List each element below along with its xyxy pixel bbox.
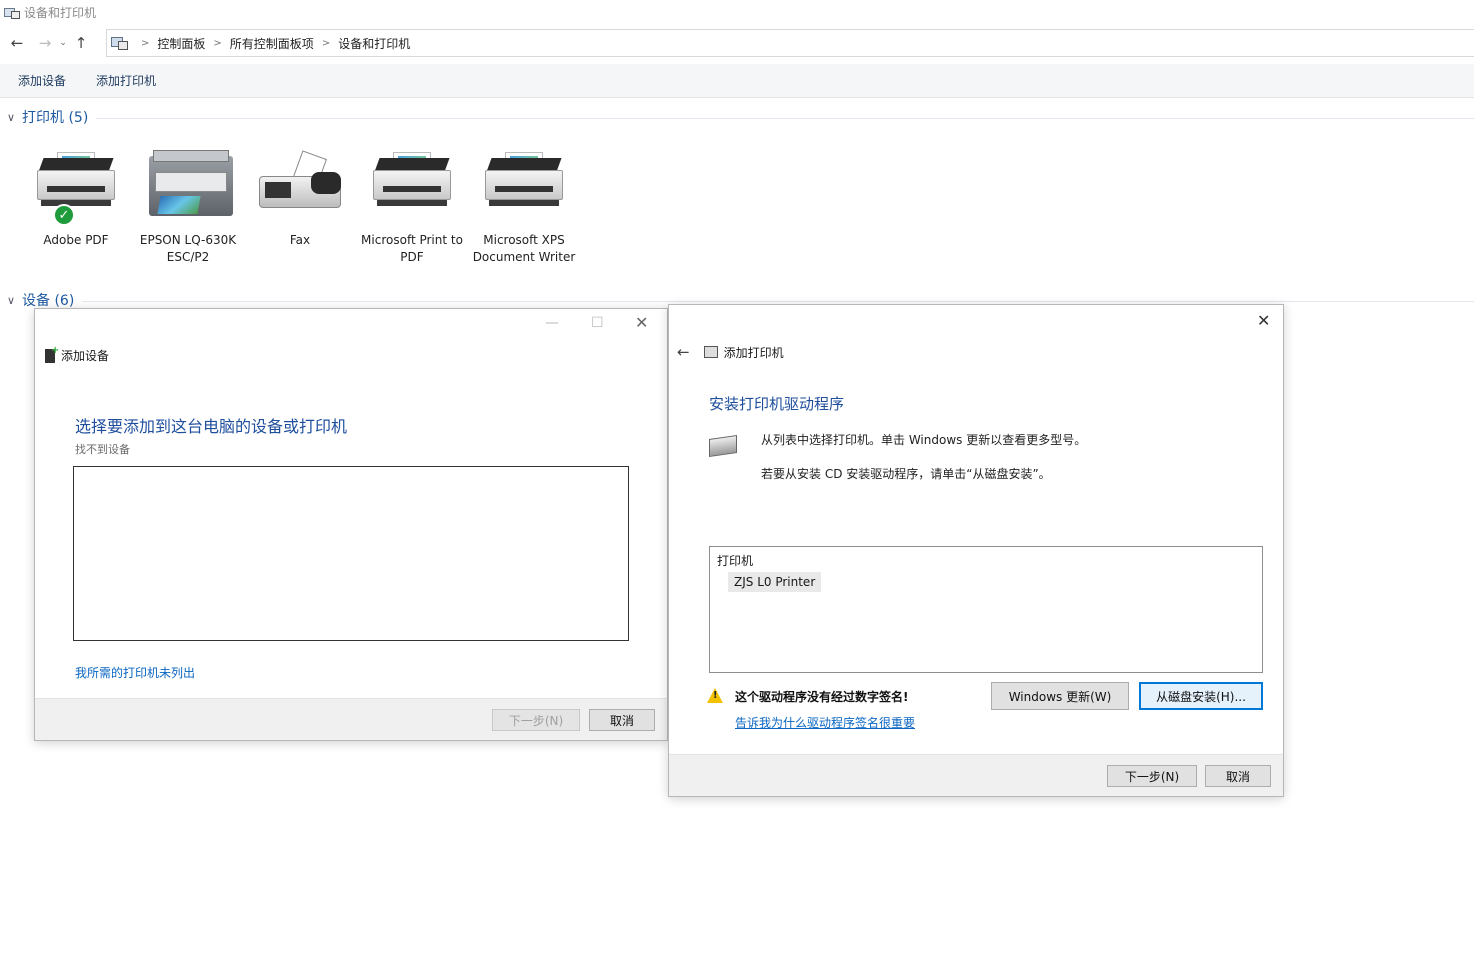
dialog-title: + 添加设备 [45,345,110,364]
fax-icon [255,146,345,226]
printers-group-title: 打印机 (5) [22,110,89,126]
printer-tile[interactable]: ✓ Adobe PDF [20,146,132,266]
back-arrow-icon[interactable]: ← [6,32,28,54]
printer-icon: ✓ [31,146,121,226]
minimize-icon[interactable]: — [545,315,559,331]
printer-label: Adobe PDF [43,233,109,247]
list-item[interactable]: ZJS L0 Printer [728,572,822,592]
printer-tile[interactable]: Fax [244,146,356,266]
add-printer-button[interactable]: 添加打印机 [96,72,156,89]
instruction-text: 若要从安装 CD 安装驱动程序，请单击“从磁盘安装”。 [761,467,1051,481]
breadcrumb-separator-icon[interactable]: > [322,38,330,49]
cancel-button[interactable]: 取消 [1205,765,1271,787]
group-divider [96,117,1474,119]
group-divider [82,300,1474,302]
close-icon[interactable]: ✕ [635,313,648,332]
dialog-title-text: 添加设备 [61,349,110,363]
dialog-footer: 下一步(N) 取消 [35,698,667,740]
forward-arrow-icon[interactable]: → [34,32,56,54]
printer-model-list[interactable]: 打印机 ZJS L0 Printer [709,546,1263,673]
collapse-chevron-icon[interactable]: ∨ [0,294,22,307]
printer-label: Fax [289,233,311,247]
windows-update-button[interactable]: Windows 更新(W) [991,682,1129,710]
command-bar: 添加设备 添加打印机 [0,64,1474,98]
close-icon[interactable]: ✕ [1257,311,1270,330]
breadcrumb-all-items[interactable]: 所有控制面板项 [230,35,314,52]
printer-driver-icon [709,435,737,457]
search-status: 找不到设备 [75,443,130,456]
address-bar[interactable]: > 控制面板 > 所有控制面板项 > 设备和打印机 [106,29,1474,57]
add-device-icon: + [45,345,59,363]
device-list[interactable] [73,466,629,641]
next-button[interactable]: 下一步(N) [1107,765,1197,787]
printer-tile[interactable]: EPSON LQ-630K ESC/P2 [132,146,244,266]
printer-icon [367,146,457,226]
dialog-heading: 安装打印机驱动程序 [709,395,845,413]
dialog-header: ← 添加打印机 [677,343,784,361]
breadcrumb-separator-icon[interactable]: > [141,38,149,49]
add-device-dialog: — ☐ ✕ + 添加设备 选择要添加到这台电脑的设备或打印机 找不到设备 我所需… [34,308,668,741]
navigation-bar: ← → ⌄ ↑ > 控制面板 > 所有控制面板项 > 设备和打印机 [0,28,1474,58]
breadcrumb-control-panel[interactable]: 控制面板 [157,35,205,52]
back-arrow-icon[interactable]: ← [677,343,690,361]
list-header: 打印机 [717,554,754,568]
printer-label: Microsoft XPS Document Writer [472,233,576,264]
signing-info-link[interactable]: 告诉我为什么驱动程序签名很重要 [735,714,915,731]
add-device-button[interactable]: 添加设备 [18,72,66,89]
breadcrumb-devices-printers[interactable]: 设备和打印机 [338,35,410,52]
printer-tile[interactable]: Microsoft Print to PDF [356,146,468,266]
printer-label: Microsoft Print to PDF [361,233,463,264]
window-title: 设备和打印机 [24,5,97,20]
devices-group-title: 设备 (6) [22,293,75,309]
printers-list: ✓ Adobe PDF EPSON LQ-630K ESC/P2 Fax Mic… [20,146,580,266]
instruction-text: 从列表中选择打印机。单击 Windows 更新以查看更多型号。 [761,433,1087,447]
have-disk-button[interactable]: 从磁盘安装(H)... [1139,682,1263,710]
warning-mark-icon: ! [713,690,718,701]
printers-group-header[interactable]: ∨ 打印机 (5) [0,106,1474,128]
printer-label: EPSON LQ-630K ESC/P2 [139,233,237,264]
cancel-button[interactable]: 取消 [589,709,655,731]
window-titlebar: 设备和打印机 [0,0,1474,24]
printer-icon [479,146,569,226]
printer-not-listed-link[interactable]: 我所需的打印机未列出 [75,664,195,681]
printer-small-icon [703,346,718,358]
breadcrumb-separator-icon[interactable]: > [213,38,221,49]
unsigned-driver-warning: 这个驱动程序没有经过数字签名! [735,690,909,704]
multifunction-printer-icon [143,146,233,226]
up-arrow-icon[interactable]: ↑ [70,32,92,54]
maximize-icon[interactable]: ☐ [591,315,604,331]
printer-tile[interactable]: Microsoft XPS Document Writer [468,146,580,266]
recent-locations-chevron-icon[interactable]: ⌄ [56,32,70,54]
add-printer-dialog: ✕ ← 添加打印机 安装打印机驱动程序 从列表中选择打印机。单击 Windows… [668,304,1284,797]
devices-printers-icon [4,6,20,19]
dialog-footer: 下一步(N) 取消 [669,754,1283,796]
collapse-chevron-icon[interactable]: ∨ [0,111,22,124]
default-checkmark-icon: ✓ [53,204,75,226]
next-button[interactable]: 下一步(N) [492,709,580,731]
dialog-heading: 选择要添加到这台电脑的设备或打印机 [75,417,348,436]
dialog-title-text: 添加打印机 [723,345,784,360]
control-panel-icon [111,37,128,50]
